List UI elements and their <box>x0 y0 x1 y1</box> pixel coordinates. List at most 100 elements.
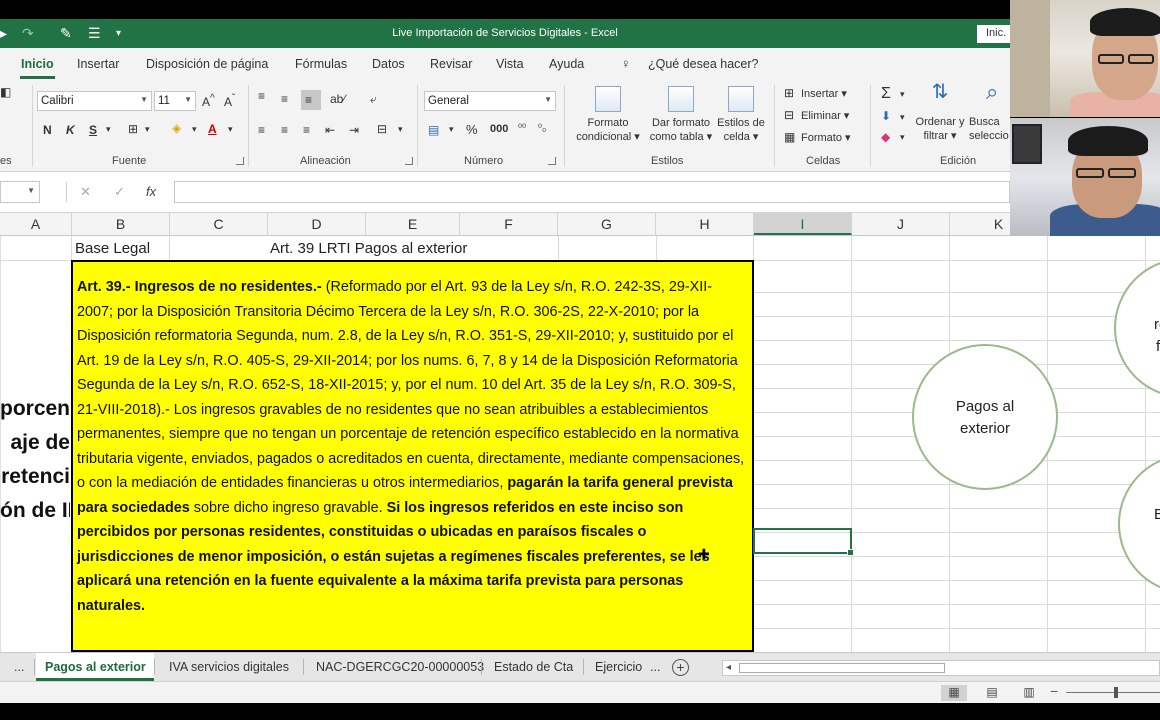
bold-button[interactable]: N <box>43 124 52 136</box>
clear-dropdown-icon[interactable]: ▾ <box>900 133 905 142</box>
tab-revisar[interactable]: Revisar <box>430 57 472 71</box>
tab-datos[interactable]: Datos <box>372 57 405 71</box>
font-color-dropdown-icon[interactable]: ▾ <box>228 125 233 134</box>
tell-me-search[interactable]: ¿Qué desea hacer? <box>648 57 759 71</box>
column-header-i[interactable]: I <box>754 213 852 235</box>
borders-dropdown-icon[interactable]: ▾ <box>145 125 150 134</box>
merge-center-icon[interactable]: ⊟ <box>377 123 387 135</box>
wrap-text-icon[interactable]: ⤶ <box>370 93 377 105</box>
cell-styles-button[interactable]: Estilos de celda ▾ <box>714 86 768 144</box>
cell-base-legal[interactable]: Base Legal <box>75 240 150 257</box>
underline-button[interactable]: S <box>89 124 97 136</box>
align-center-icon[interactable]: ≡ <box>281 124 288 136</box>
tab-disposicion[interactable]: Disposición de página <box>146 57 268 71</box>
side-label-porcentaje-retencion[interactable]: porcent aje de retenci ón de IR <box>0 392 70 528</box>
page-layout-view-icon[interactable]: ▤ <box>979 685 1005 701</box>
percent-style-icon[interactable]: % <box>466 123 478 136</box>
font-name-combo[interactable]: Calibri ▼ <box>37 91 152 111</box>
comma-style-icon[interactable]: 000 <box>490 124 508 135</box>
law-text-box[interactable]: Art. 39.- Ingresos de no residentes.- (R… <box>71 260 754 652</box>
tab-insertar[interactable]: Insertar <box>77 57 119 71</box>
column-header-e[interactable]: E <box>366 213 460 235</box>
decrease-decimal-icon[interactable]: ⁰₀ <box>538 124 546 134</box>
align-middle-icon[interactable]: ≡ <box>281 93 288 105</box>
delete-cells-button[interactable]: Eliminar ▾ <box>801 109 849 122</box>
find-select-button[interactable]: ⌕ Busca seleccio <box>966 85 1010 143</box>
zoom-slider-thumb[interactable] <box>1114 687 1118 698</box>
sheet-tab-ejercicio[interactable]: Ejercicio <box>595 653 642 681</box>
page-break-view-icon[interactable]: ▥ <box>1016 685 1042 701</box>
tab-formulas[interactable]: Fórmulas <box>295 57 347 71</box>
decrease-font-icon[interactable]: Aˇ <box>224 94 235 109</box>
fill-color-icon[interactable]: ◈ <box>172 122 181 134</box>
align-bottom-icon[interactable]: ≡ <box>301 90 321 110</box>
column-header-b[interactable]: B <box>72 213 170 235</box>
circle-partial-top[interactable]: re f <box>1114 258 1160 398</box>
increase-decimal-icon[interactable]: ⁰⁰ <box>518 124 526 134</box>
column-header-h[interactable]: H <box>656 213 754 235</box>
increase-indent-icon[interactable]: ⇥ <box>349 124 359 136</box>
fill-down-icon[interactable]: ⬇ <box>881 110 891 122</box>
italic-button[interactable]: K <box>66 124 75 136</box>
column-header-a[interactable]: A <box>0 213 72 235</box>
sheet-tab-nac-dgercgc20[interactable]: NAC-DGERCGC20-00000053 <box>316 653 484 681</box>
sort-filter-button[interactable]: ⇅ Ordenar y filtrar ▾ <box>914 82 966 143</box>
cell-art39-title[interactable]: Art. 39 LRTI Pagos al exterior <box>270 240 467 257</box>
format-as-table-button[interactable]: Dar formato como tabla ▾ <box>646 86 716 144</box>
autosum-icon[interactable]: Σ <box>881 86 891 102</box>
conditional-format-button[interactable]: Formato condicional ▾ <box>570 86 646 144</box>
enter-icon[interactable]: ✓ <box>114 184 125 200</box>
align-right-icon[interactable]: ≡ <box>303 124 310 136</box>
fuente-dialog-launcher[interactable] <box>236 157 244 165</box>
tab-ayuda[interactable]: Ayuda <box>549 57 584 71</box>
orientation-icon[interactable]: ab⁄ <box>330 93 345 105</box>
decrease-indent-icon[interactable]: ⇤ <box>325 124 335 136</box>
column-header-j[interactable]: J <box>852 213 950 235</box>
sheet-tab-estado-de-cta[interactable]: Estado de Cta <box>494 653 573 681</box>
merge-dropdown-icon[interactable]: ▾ <box>398 125 403 134</box>
name-box[interactable]: ▼ <box>0 181 40 203</box>
sheet-tab-iva-servicios-digitales[interactable]: IVA servicios digitales <box>169 653 289 681</box>
worksheet-grid[interactable]: Base Legal Art. 39 LRTI Pagos al exterio… <box>0 236 1160 652</box>
sheet-tab-pagos-al-exterior[interactable]: Pagos al exterior <box>36 653 154 681</box>
cancel-icon[interactable]: ✕ <box>80 184 91 200</box>
add-sheet-icon[interactable]: + <box>672 659 689 676</box>
format-cells-button[interactable]: Formato ▾ <box>801 131 851 144</box>
column-header-g[interactable]: G <box>558 213 656 235</box>
insert-function-icon[interactable]: fx <box>146 184 156 199</box>
formula-input[interactable] <box>174 181 1010 203</box>
horizontal-scrollbar[interactable]: ◂ <box>722 660 1160 676</box>
tab-inicio[interactable]: Inicio <box>20 57 55 79</box>
scroll-left-arrow-icon[interactable]: ◂ <box>726 662 731 673</box>
tab-vista[interactable]: Vista <box>496 57 524 71</box>
numero-dialog-launcher[interactable] <box>548 157 556 165</box>
alineacion-dialog-launcher[interactable] <box>405 157 413 165</box>
align-top-icon[interactable]: ≡ <box>258 90 265 102</box>
underline-dropdown-icon[interactable]: ▾ <box>106 125 111 134</box>
font-size-combo[interactable]: 11 ▼ <box>154 91 196 111</box>
number-format-combo[interactable]: General ▼ <box>424 91 556 111</box>
circle-pagos-al-exterior[interactable]: Pagos al exterior <box>912 344 1058 490</box>
normal-view-icon[interactable]: ▦ <box>941 685 967 701</box>
column-header-c[interactable]: C <box>170 213 268 235</box>
circle-partial-bottom[interactable]: B <box>1118 454 1160 594</box>
zoom-slider[interactable] <box>1066 692 1160 693</box>
active-cell-selection[interactable] <box>753 528 854 556</box>
borders-icon[interactable]: ⊞ <box>128 123 138 135</box>
increase-font-icon[interactable]: A^ <box>202 94 215 109</box>
scrollbar-thumb[interactable] <box>739 663 945 673</box>
column-header-d[interactable]: D <box>268 213 366 235</box>
column-header-f[interactable]: F <box>460 213 558 235</box>
sheet-tabs-scroll-right[interactable]: ... <box>650 653 660 681</box>
sheet-tabs-scroll-left[interactable]: ... <box>14 653 24 681</box>
autosum-dropdown-icon[interactable]: ▾ <box>900 90 905 99</box>
zoom-out-icon[interactable]: − <box>1050 683 1058 699</box>
font-color-icon[interactable]: A <box>208 123 217 135</box>
paste-partial-icon[interactable]: ◧ <box>0 86 11 98</box>
insert-cells-button[interactable]: Insertar ▾ <box>801 87 847 100</box>
fill-dropdown2-icon[interactable]: ▾ <box>900 113 905 122</box>
clear-icon[interactable]: ◆ <box>881 131 890 143</box>
accounting-dropdown-icon[interactable]: ▾ <box>449 125 454 134</box>
align-left-icon[interactable]: ≡ <box>258 124 265 136</box>
fill-dropdown-icon[interactable]: ▾ <box>192 125 197 134</box>
